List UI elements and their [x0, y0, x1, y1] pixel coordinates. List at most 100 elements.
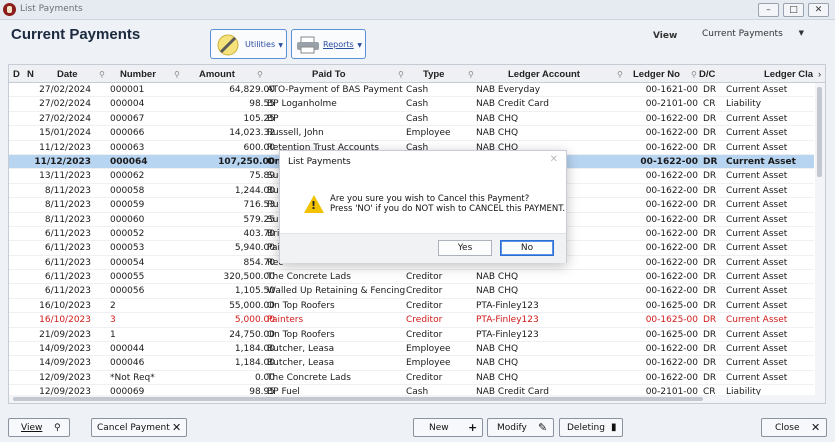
cell-type: Employee	[406, 128, 451, 139]
col-header-amount[interactable]: Amount	[199, 69, 235, 80]
search-icon[interactable]: ⚲	[617, 70, 623, 79]
cell-dc: DR	[703, 214, 717, 225]
chevron-right-icon[interactable]: ›	[818, 69, 821, 80]
cancel-payment-button[interactable]: Cancel Payment ✕	[91, 418, 187, 437]
cell-date: 6/11/2023	[44, 243, 91, 254]
cell-date: 11/12/2023	[34, 156, 91, 167]
table-row[interactable]: 27/02/2024 000067 105.25 BP Cash NAB CHQ 00-16…	[9, 112, 814, 127]
cell-date: 14/09/2023	[39, 358, 91, 369]
cell-date: 15/01/2024	[39, 128, 91, 139]
utilities-button[interactable]: Utilities ▼	[210, 29, 287, 59]
close-window-button[interactable]: ✕	[808, 3, 829, 17]
cell-ledger-no: 00-1622-00	[645, 214, 698, 225]
table-row[interactable]: 6/11/2023 000055 320,500.00 The Concrete La…	[9, 270, 814, 285]
deleting-button[interactable]: Deleting ▮	[559, 418, 623, 437]
app-icon	[3, 3, 16, 16]
cell-date: 13/11/2023	[39, 171, 91, 182]
table-row[interactable]: 15/01/2024 000066 14,023.32 Russell, John Em…	[9, 126, 814, 141]
col-header-n[interactable]: N	[27, 69, 34, 80]
search-icon[interactable]: ⚲	[468, 70, 474, 79]
yes-button[interactable]: Yes	[438, 240, 492, 256]
cell-dc: DR	[703, 243, 717, 254]
cell-amount: 55,000.00	[229, 300, 275, 311]
cell-dc: DR	[703, 185, 717, 196]
dialog-close-icon[interactable]: ✕	[550, 154, 558, 165]
modify-button[interactable]: Modify ✎	[487, 418, 554, 437]
col-header-dc[interactable]: D/C	[699, 69, 715, 80]
table-row[interactable]: 6/11/2023 000056 1,105.50 Walled Up Retaini…	[9, 284, 814, 299]
cell-ledger: NAB Everyday	[476, 85, 541, 95]
col-header-ledger-no[interactable]: Ledger No	[633, 69, 680, 80]
new-button[interactable]: New +	[413, 418, 483, 437]
cell-number: 000059	[110, 200, 145, 211]
cell-amount: 75.89	[249, 171, 275, 182]
cell-paid-to: Butcher, Leasa	[267, 358, 335, 369]
window-title: List Payments	[20, 4, 83, 14]
reports-button[interactable]: Reports ▼	[291, 29, 366, 59]
cell-amount: 5,940.00	[234, 243, 275, 254]
view-select-value: Current Payments	[702, 29, 783, 39]
close-button[interactable]: Close ✕	[761, 418, 827, 437]
cell-paid-to: On Top Roofers	[267, 300, 335, 311]
cell-amount: 1,105.50	[234, 286, 275, 297]
no-button[interactable]: No	[500, 240, 554, 256]
table-row[interactable]: 16/10/2023 2 55,000.00 On Top Roofers Credit…	[9, 299, 814, 314]
col-header-ledger-class[interactable]: Ledger Cla	[764, 69, 813, 80]
cell-ledger-no: 00-1622-00	[645, 272, 698, 283]
search-icon[interactable]: ⚲	[99, 70, 105, 79]
search-icon[interactable]: ⚲	[174, 70, 180, 79]
utilities-label: Utilities	[245, 40, 276, 49]
cell-number: 000044	[110, 344, 145, 355]
cell-cls: Current Asset	[726, 128, 788, 139]
table-row[interactable]: 27/02/2024 000004 98.55 BP Loganholme Cash NA…	[9, 97, 814, 112]
trash-icon: ▮	[611, 422, 617, 433]
cell-date: 8/11/2023	[44, 200, 91, 211]
minimize-button[interactable]: –	[758, 3, 779, 17]
search-icon[interactable]: ⚲	[398, 70, 404, 79]
cell-amount: 600.00	[243, 142, 276, 153]
search-icon[interactable]: ⚲	[691, 70, 697, 79]
cell-amount: 98.55	[249, 99, 275, 110]
col-header-paid-to[interactable]: Paid To	[312, 69, 346, 80]
cell-number: *Not Req*	[110, 372, 155, 383]
col-header-date[interactable]: Date	[57, 69, 78, 80]
cell-ledger-no: 00-1622-00	[645, 257, 698, 268]
col-header-type[interactable]: Type	[423, 69, 444, 80]
cell-dc: DR	[703, 286, 717, 297]
col-header-number[interactable]: Number	[120, 69, 156, 80]
vertical-scrollbar[interactable]	[815, 83, 825, 403]
cell-ledger-no: 00-1625-00	[645, 315, 698, 326]
table-row[interactable]: 12/09/2023 *Not Req* 0.00 The Concrete Lads…	[9, 371, 814, 386]
horizontal-scrollbar[interactable]	[9, 395, 815, 403]
table-row[interactable]: 14/09/2023 000046 1,184.00 Butcher, Leasa Em…	[9, 356, 814, 371]
window-titlebar: List Payments – □ ✕	[0, 0, 835, 20]
cell-ledger: NAB Credit Card	[476, 99, 549, 110]
view-select[interactable]: Current Payments ▼	[702, 29, 810, 39]
cell-ledger-no: 00-1622-00	[645, 286, 698, 297]
table-row[interactable]: 16/10/2023 3 5,000.00 Painters Creditor PTA-F…	[9, 313, 814, 328]
cell-number: 000046	[110, 358, 145, 369]
table-row[interactable]: 27/02/2024 000001 64,829.00 ATO-Payment of …	[9, 83, 814, 98]
col-header-d[interactable]: D	[13, 69, 20, 80]
col-header-ledger-account[interactable]: Ledger Account	[508, 69, 580, 80]
cell-ledger-no: 00-1622-00	[645, 358, 698, 369]
cell-dc: DR	[703, 329, 717, 340]
cell-date: 6/11/2023	[44, 228, 91, 239]
cell-amount: 0.00	[254, 372, 275, 383]
view-button[interactable]: View ⚲	[8, 418, 70, 437]
table-row[interactable]: 14/09/2023 000044 1,184.00 Butcher, Leasa Em…	[9, 342, 814, 357]
cell-date: 16/10/2023	[39, 300, 91, 311]
cell-dc: DR	[703, 358, 717, 369]
maximize-button[interactable]: □	[783, 3, 804, 17]
cell-ledger-no: 00-1622-00	[645, 344, 698, 355]
cell-number: 3	[110, 315, 116, 326]
cell-cls: Current Asset	[726, 214, 788, 225]
cell-type: Cash	[406, 113, 429, 124]
cell-paid-to: BP Loganholme	[267, 99, 337, 110]
cell-ledger-no: 00-1622-00	[645, 171, 698, 182]
table-row[interactable]: 21/09/2023 1 24,750.00 On Top Roofers Credit…	[9, 328, 814, 343]
cell-cls: Current Asset	[726, 272, 788, 283]
search-icon[interactable]: ⚲	[257, 70, 263, 79]
plus-icon: +	[468, 421, 478, 434]
cell-dc: DR	[703, 142, 717, 153]
